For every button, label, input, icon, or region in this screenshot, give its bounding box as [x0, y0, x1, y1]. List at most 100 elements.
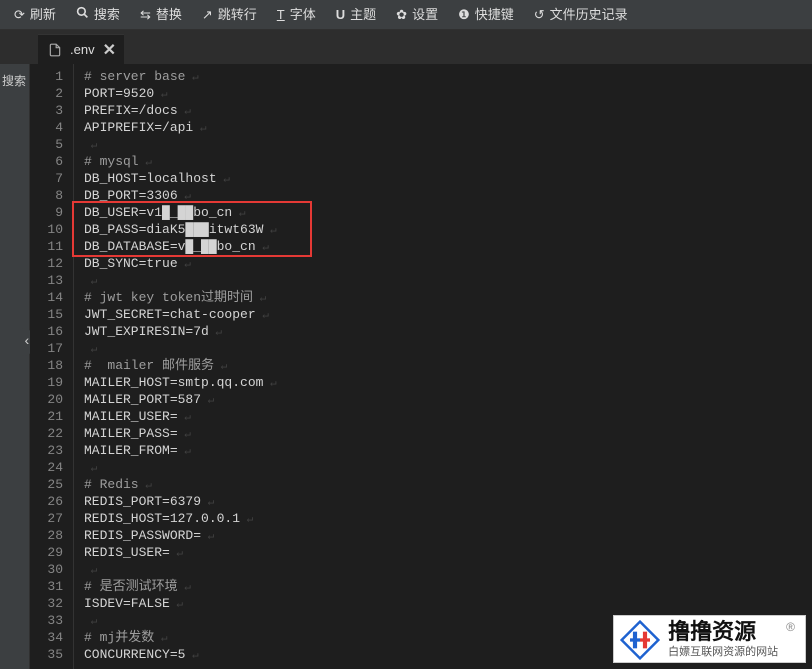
line-number: 8: [30, 187, 73, 204]
code-line[interactable]: MAILER_FROM= ↵: [84, 442, 812, 459]
code-line[interactable]: REDIS_PORT=6379 ↵: [84, 493, 812, 510]
line-number: 14: [30, 289, 73, 306]
watermark-text: 撸撸资源 白嫖互联网资源的网站: [668, 621, 778, 659]
code-line[interactable]: PORT=9520 ↵: [84, 85, 812, 102]
code-body[interactable]: # server base ↵PORT=9520 ↵PREFIX=/docs ↵…: [74, 64, 812, 669]
code-line[interactable]: # jwt key token过期时间 ↵: [84, 289, 812, 306]
line-number: 7: [30, 170, 73, 187]
line-number: 32: [30, 595, 73, 612]
shortcuts-button[interactable]: ❶ 快捷键: [448, 0, 524, 30]
code-line[interactable]: # Redis ↵: [84, 476, 812, 493]
line-number: 31: [30, 578, 73, 595]
font-icon: T: [277, 0, 285, 30]
goto-line-label: 跳转行: [218, 0, 257, 30]
code-line[interactable]: MAILER_PORT=587 ↵: [84, 391, 812, 408]
line-number: 26: [30, 493, 73, 510]
code-line[interactable]: ↵: [84, 459, 812, 476]
search-button[interactable]: 搜索: [66, 0, 130, 30]
shortcuts-label: 快捷键: [475, 0, 514, 30]
left-search-label[interactable]: 搜索: [0, 68, 28, 93]
code-line[interactable]: MAILER_HOST=smtp.qq.com ↵: [84, 374, 812, 391]
line-number: 35: [30, 646, 73, 663]
code-line[interactable]: ISDEV=FALSE ↵: [84, 595, 812, 612]
history-button[interactable]: ↺ 文件历史记录: [524, 0, 638, 30]
history-icon: ↺: [534, 0, 545, 30]
line-number: 12: [30, 255, 73, 272]
search-icon: [76, 0, 89, 30]
replace-icon: ⇆: [140, 0, 151, 30]
line-gutter: 1234567891011121314151617181920212223242…: [30, 64, 74, 669]
refresh-button[interactable]: ⟳ 刷新: [4, 0, 66, 30]
code-line[interactable]: # server base ↵: [84, 68, 812, 85]
line-number: 6: [30, 153, 73, 170]
code-line[interactable]: DB_SYNC=true ↵: [84, 255, 812, 272]
code-line[interactable]: ↵: [84, 561, 812, 578]
line-number: 16: [30, 323, 73, 340]
code-line[interactable]: DB_USER=v1█_██bo_cn ↵: [84, 204, 812, 221]
theme-label: 主题: [350, 0, 376, 30]
code-line[interactable]: REDIS_HOST=127.0.0.1 ↵: [84, 510, 812, 527]
font-button[interactable]: T 字体: [267, 0, 326, 30]
line-number: 27: [30, 510, 73, 527]
line-number: 20: [30, 391, 73, 408]
line-number: 34: [30, 629, 73, 646]
code-line[interactable]: ↵: [84, 340, 812, 357]
code-line[interactable]: JWT_EXPIRESIN=7d ↵: [84, 323, 812, 340]
refresh-icon: ⟳: [14, 0, 25, 30]
line-number: 21: [30, 408, 73, 425]
shortcuts-icon: ❶: [458, 0, 470, 30]
line-number: 28: [30, 527, 73, 544]
watermark-logo-icon: [620, 620, 660, 660]
refresh-label: 刷新: [30, 0, 56, 30]
theme-button[interactable]: U 主题: [326, 0, 386, 30]
code-line[interactable]: MAILER_USER= ↵: [84, 408, 812, 425]
line-number: 1: [30, 68, 73, 85]
code-line[interactable]: JWT_SECRET=chat-cooper ↵: [84, 306, 812, 323]
tab-env[interactable]: .env ✕: [38, 34, 124, 64]
line-number: 11: [30, 238, 73, 255]
code-line[interactable]: PREFIX=/docs ↵: [84, 102, 812, 119]
code-line[interactable]: REDIS_USER= ↵: [84, 544, 812, 561]
line-number: 9: [30, 204, 73, 221]
code-line[interactable]: # 是否测试环境 ↵: [84, 578, 812, 595]
code-line[interactable]: DB_PORT=3306 ↵: [84, 187, 812, 204]
tab-bar: .env ✕: [0, 30, 812, 64]
line-number: 3: [30, 102, 73, 119]
left-column: [0, 64, 30, 669]
line-number: 2: [30, 85, 73, 102]
code-line[interactable]: MAILER_PASS= ↵: [84, 425, 812, 442]
code-editor[interactable]: 1234567891011121314151617181920212223242…: [30, 64, 812, 669]
line-number: 5: [30, 136, 73, 153]
line-number: 13: [30, 272, 73, 289]
goto-line-icon: ↗: [202, 0, 213, 30]
line-number: 10: [30, 221, 73, 238]
settings-label: 设置: [412, 0, 438, 30]
code-line[interactable]: DB_PASS=diaK5███itwt63W ↵: [84, 221, 812, 238]
line-number: 15: [30, 306, 73, 323]
top-toolbar: ⟳ 刷新 搜索 ⇆ 替换 ↗ 跳转行 T 字体 U 主题 ✿ 设置 ❶ 快捷键 …: [0, 0, 812, 30]
theme-icon: U: [336, 0, 345, 30]
code-line[interactable]: APIPREFIX=/api ↵: [84, 119, 812, 136]
registered-icon: ®: [786, 620, 795, 634]
replace-button[interactable]: ⇆ 替换: [130, 0, 192, 30]
line-number: 24: [30, 459, 73, 476]
watermark-title: 撸撸资源: [668, 621, 778, 643]
goto-line-button[interactable]: ↗ 跳转行: [192, 0, 267, 30]
line-number: 33: [30, 612, 73, 629]
close-icon[interactable]: ✕: [103, 40, 116, 60]
history-label: 文件历史记录: [550, 0, 628, 30]
search-label: 搜索: [94, 0, 120, 30]
code-line[interactable]: # mailer 邮件服务 ↵: [84, 357, 812, 374]
code-line[interactable]: DB_DATABASE=v█_██bo_cn ↵: [84, 238, 812, 255]
file-icon: [48, 43, 62, 57]
line-number: 22: [30, 425, 73, 442]
code-line[interactable]: REDIS_PASSWORD= ↵: [84, 527, 812, 544]
code-line[interactable]: ↵: [84, 136, 812, 153]
settings-button[interactable]: ✿ 设置: [386, 0, 448, 30]
line-number: 4: [30, 119, 73, 136]
code-line[interactable]: # mysql ↵: [84, 153, 812, 170]
code-line[interactable]: DB_HOST=localhost ↵: [84, 170, 812, 187]
watermark-subtitle: 白嫖互联网资源的网站: [668, 643, 778, 659]
gear-icon: ✿: [396, 0, 407, 30]
code-line[interactable]: ↵: [84, 272, 812, 289]
